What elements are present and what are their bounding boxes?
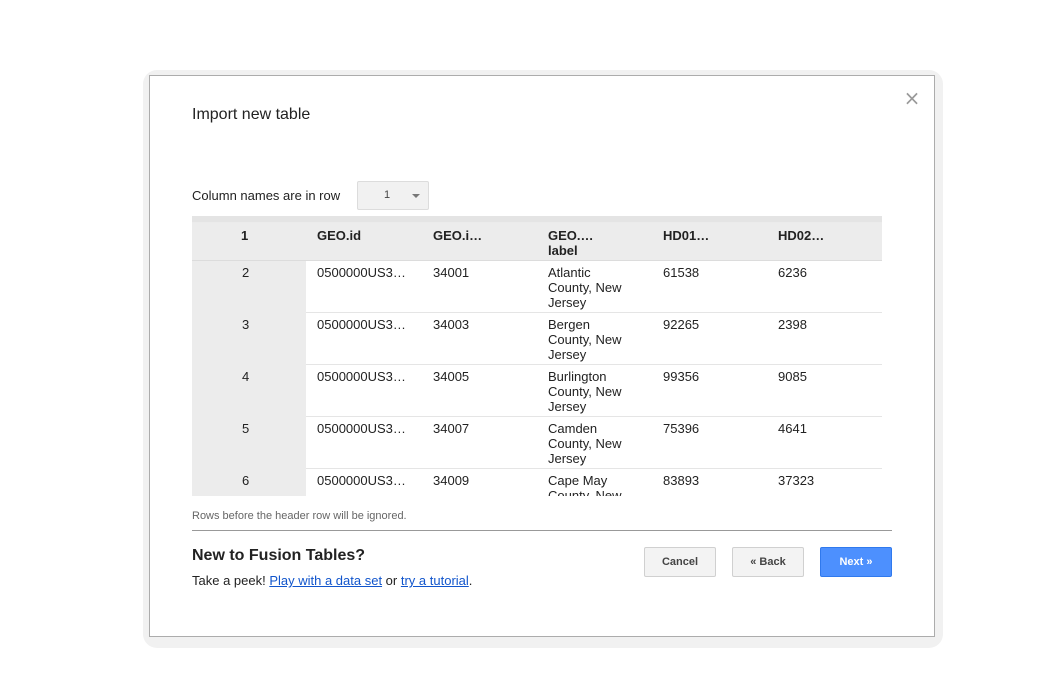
table-cell: Burlington County, New Jersey [548,369,621,414]
table-cell: 37323 [778,473,815,488]
table-cell: 0500000US3… [317,369,406,384]
table-cell: 34001 [433,265,470,280]
column-header-line: GEO.… [548,228,594,243]
back-button[interactable]: « Back [732,547,804,577]
table-cell-line: Jersey [548,451,587,466]
table-cell: 34009 [433,473,470,488]
header-row-value: 1 [384,189,391,201]
table-cell-line: Jersey [548,399,587,414]
promo-prefix: Take a peek! [192,573,270,588]
row-number: 2 [242,265,250,280]
promo-suffix: . [468,573,473,588]
table-cell: 2398 [778,317,807,332]
table-cell: 0500000US3… [317,421,406,436]
close-icon[interactable]: × [902,88,922,108]
column-header: GEO.id [317,228,362,243]
table-cell: 34007 [433,421,470,436]
table-cell: 4641 [778,421,807,436]
try-tutorial-link[interactable]: try a tutorial [401,573,469,588]
table-cell: 83893 [663,473,700,488]
header-row-select[interactable]: 1 [357,181,429,210]
table-cell-line: Bergen [548,317,590,332]
table-cell: 9085 [778,369,807,384]
row-divider [306,468,882,469]
promo-text: Take a peek! Play with a data set or try… [192,573,472,588]
table-cell: 92265 [663,317,700,332]
row-divider [306,364,882,365]
table-cell-line: County, New [548,436,622,451]
table-cell: 6236 [778,265,807,280]
table-cell-line: County, New [548,488,622,496]
row-number: 3 [242,317,250,332]
row-number: 6 [242,473,250,488]
row-divider [306,312,882,313]
table-top-bar [192,216,882,223]
column-names-label: Column names are in row [192,188,341,203]
table-cell: Bergen County, New Jersey [548,317,621,362]
import-dialog: × Import new table Column names are in r… [149,75,935,637]
table-cell-line: Jersey [548,347,587,362]
promo-title: New to Fusion Tables? [192,547,366,564]
table-cell-line: Jersey [548,295,587,310]
table-cell-line: County, New [548,384,622,399]
table-cell-line: County, New [548,332,622,347]
preview-table: 1 GEO.id GEO.i… GEO.… label HD01… HD02… … [192,216,882,496]
cancel-button[interactable]: Cancel [644,547,716,577]
column-header: HD02… [778,228,825,243]
table-cell: Atlantic County, New Jersey [548,265,621,310]
table-cell: 34005 [433,369,470,384]
divider [192,530,892,531]
table-cell: 0500000US3… [317,265,406,280]
table-cell: 0500000US3… [317,473,406,488]
column-header: GEO.… label [548,228,594,258]
row-number: 5 [242,421,250,436]
row-number: 4 [242,369,250,384]
table-cell-line: Burlington [548,369,607,384]
table-cell-line: County, New [548,280,622,295]
header-row-note: Rows before the header row will be ignor… [192,510,407,522]
table-cell: 61538 [663,265,700,280]
chevron-down-icon [412,194,420,198]
column-header: GEO.i… [433,228,483,243]
column-header: HD01… [663,228,710,243]
dialog-title: Import new table [192,106,311,123]
table-cell: 0500000US3… [317,317,406,332]
table-cell: 75396 [663,421,700,436]
table-cell: Cape MayCounty, NewJersey [548,473,621,496]
table-cell: 34003 [433,317,470,332]
table-cell: 99356 [663,369,700,384]
next-button[interactable]: Next » [820,547,892,577]
table-header-row: 1 GEO.id GEO.i… GEO.… label HD01… HD02… [192,223,882,261]
table-cell-line: Camden [548,421,598,436]
table-cell-line: Cape May [548,473,608,488]
promo-or: or [382,573,401,588]
table-cell-line: Atlantic [548,265,591,280]
play-with-data-set-link[interactable]: Play with a data set [269,573,382,588]
row-divider [306,416,882,417]
table-cell: Camden County, New Jersey [548,421,621,466]
column-header-line: label [548,243,578,258]
header-row-number: 1 [241,228,249,243]
